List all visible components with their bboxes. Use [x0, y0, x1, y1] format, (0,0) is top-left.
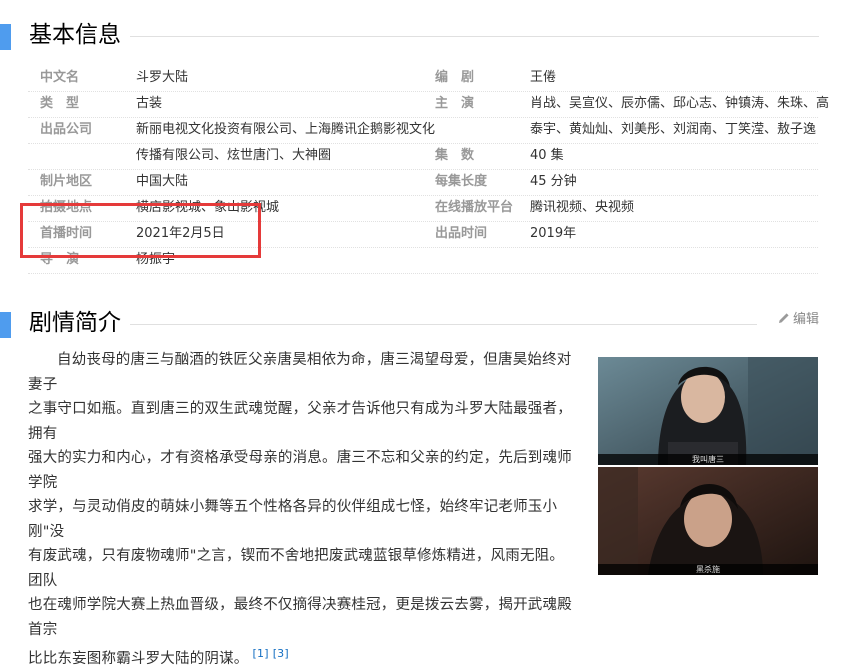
info-value: 古装 — [136, 96, 163, 111]
synopsis-text: 自幼丧母的唐三与酗酒的铁匠父亲唐昊相依为命，唐三渴望母爱，但唐昊始终对妻子 之事… — [28, 348, 578, 671]
edit-button[interactable]: 编辑 — [778, 311, 819, 329]
still-caption: 黑杀施 — [598, 564, 818, 575]
info-value: 中国大陆 — [136, 174, 189, 189]
synopsis-line: 之事守口如瓶。直到唐三的双生武魂觉醒，父亲才告诉他只有成为斗罗大陆最强者，拥有 — [28, 401, 572, 442]
basic-info-header: 基本信息 — [0, 14, 847, 54]
synopsis-line: 比比东妄图称霸斗罗大陆的阴谋。 [1] [3] — [28, 647, 289, 667]
info-row: 出品公司 新丽电视文化投资有限公司、上海腾讯企鹅影视文化 泰宇、黄灿灿、刘美彤、… — [28, 117, 818, 144]
section-divider — [130, 36, 819, 37]
info-value: 传播有限公司、炫世唐门、大神圈 — [136, 148, 332, 163]
section-accent-bar — [0, 24, 11, 50]
synopsis-line: 有废武魂，只有废物魂师"之言，锲而不舍地把废武魂蓝银草修炼精进，风雨无阻。团队 — [28, 548, 565, 589]
drama-still-image[interactable]: 我叫唐三 — [598, 357, 818, 465]
info-label: 主 演 — [435, 96, 475, 111]
info-value: 腾讯视频、央视频 — [530, 200, 635, 215]
info-label: 在线播放平台 — [435, 200, 514, 215]
info-label: 制片地区 — [40, 174, 93, 189]
info-row: 制片地区 中国大陆 每集长度 45 分钟 — [28, 169, 818, 196]
actor-link[interactable]: 泰宇、黄灿灿、刘美彤、刘润南、丁笑滢、敖子逸 — [530, 117, 816, 143]
plot-header: 剧情简介 — [0, 302, 847, 342]
synopsis-line: 自幼丧母的唐三与酗酒的铁匠父亲唐昊相依为命，唐三渴望母爱，但唐昊始终对妻子 — [28, 352, 572, 393]
actor-link[interactable]: 肖战、吴宣仪、辰亦儒、邱心志、钟镇涛、朱珠、高 — [530, 91, 829, 117]
info-value: 斗罗大陆 — [136, 70, 189, 85]
synopsis-line: 强大的实力和内心，才有资格承受母亲的消息。唐三不忘和父亲的约定，先后到魂师学院 — [28, 450, 572, 491]
info-value: 40 集 — [530, 148, 564, 163]
info-value: 2019年 — [530, 226, 577, 241]
info-row: 传播有限公司、炫世唐门、大神圈 集 数 40 集 — [28, 143, 818, 170]
section-accent-bar — [0, 312, 11, 338]
drama-stills: 我叫唐三 黑杀施 — [598, 357, 818, 575]
basic-info-title: 基本信息 — [29, 22, 121, 48]
info-label: 每集长度 — [435, 174, 488, 189]
info-row: 类 型 古装 主 演 肖战、吴宣仪、辰亦儒、邱心志、钟镇涛、朱珠、高 — [28, 91, 829, 118]
reference-link[interactable]: [1] — [253, 647, 269, 660]
section-divider — [130, 324, 757, 325]
info-value: 新丽电视文化投资有限公司、上海腾讯企鹅影视文化 — [136, 122, 436, 137]
highlight-box — [20, 203, 261, 258]
info-label: 出品时间 — [435, 226, 488, 241]
info-row: 中文名 斗罗大陆 编 剧 王倦 — [28, 65, 818, 92]
drama-still-image[interactable]: 黑杀施 — [598, 467, 818, 575]
still-image-1 — [598, 357, 818, 465]
info-label: 中文名 — [40, 70, 80, 85]
edit-label: 编辑 — [793, 312, 820, 327]
synopsis-line: 求学，与灵动俏皮的萌妹小舞等五个性格各异的伙伴组成七怪，始终牢记老师玉小刚"没 — [28, 499, 558, 540]
still-image-2 — [598, 467, 818, 575]
info-label: 出品公司 — [40, 122, 93, 137]
pencil-icon — [779, 313, 789, 323]
info-label: 集 数 — [435, 148, 475, 163]
plot-title: 剧情简介 — [29, 310, 121, 336]
info-value: 王倦 — [530, 70, 557, 85]
info-label: 类 型 — [40, 96, 80, 111]
still-caption: 我叫唐三 — [598, 454, 818, 465]
info-label: 编 剧 — [435, 70, 475, 85]
synopsis-line: 也在魂师学院大赛上热血晋级，最终不仅摘得决赛桂冠，更是拨云去雾，揭开武魂殿首宗 — [28, 597, 572, 638]
info-value: 45 分钟 — [530, 174, 577, 189]
reference-link[interactable]: [3] — [273, 647, 289, 660]
